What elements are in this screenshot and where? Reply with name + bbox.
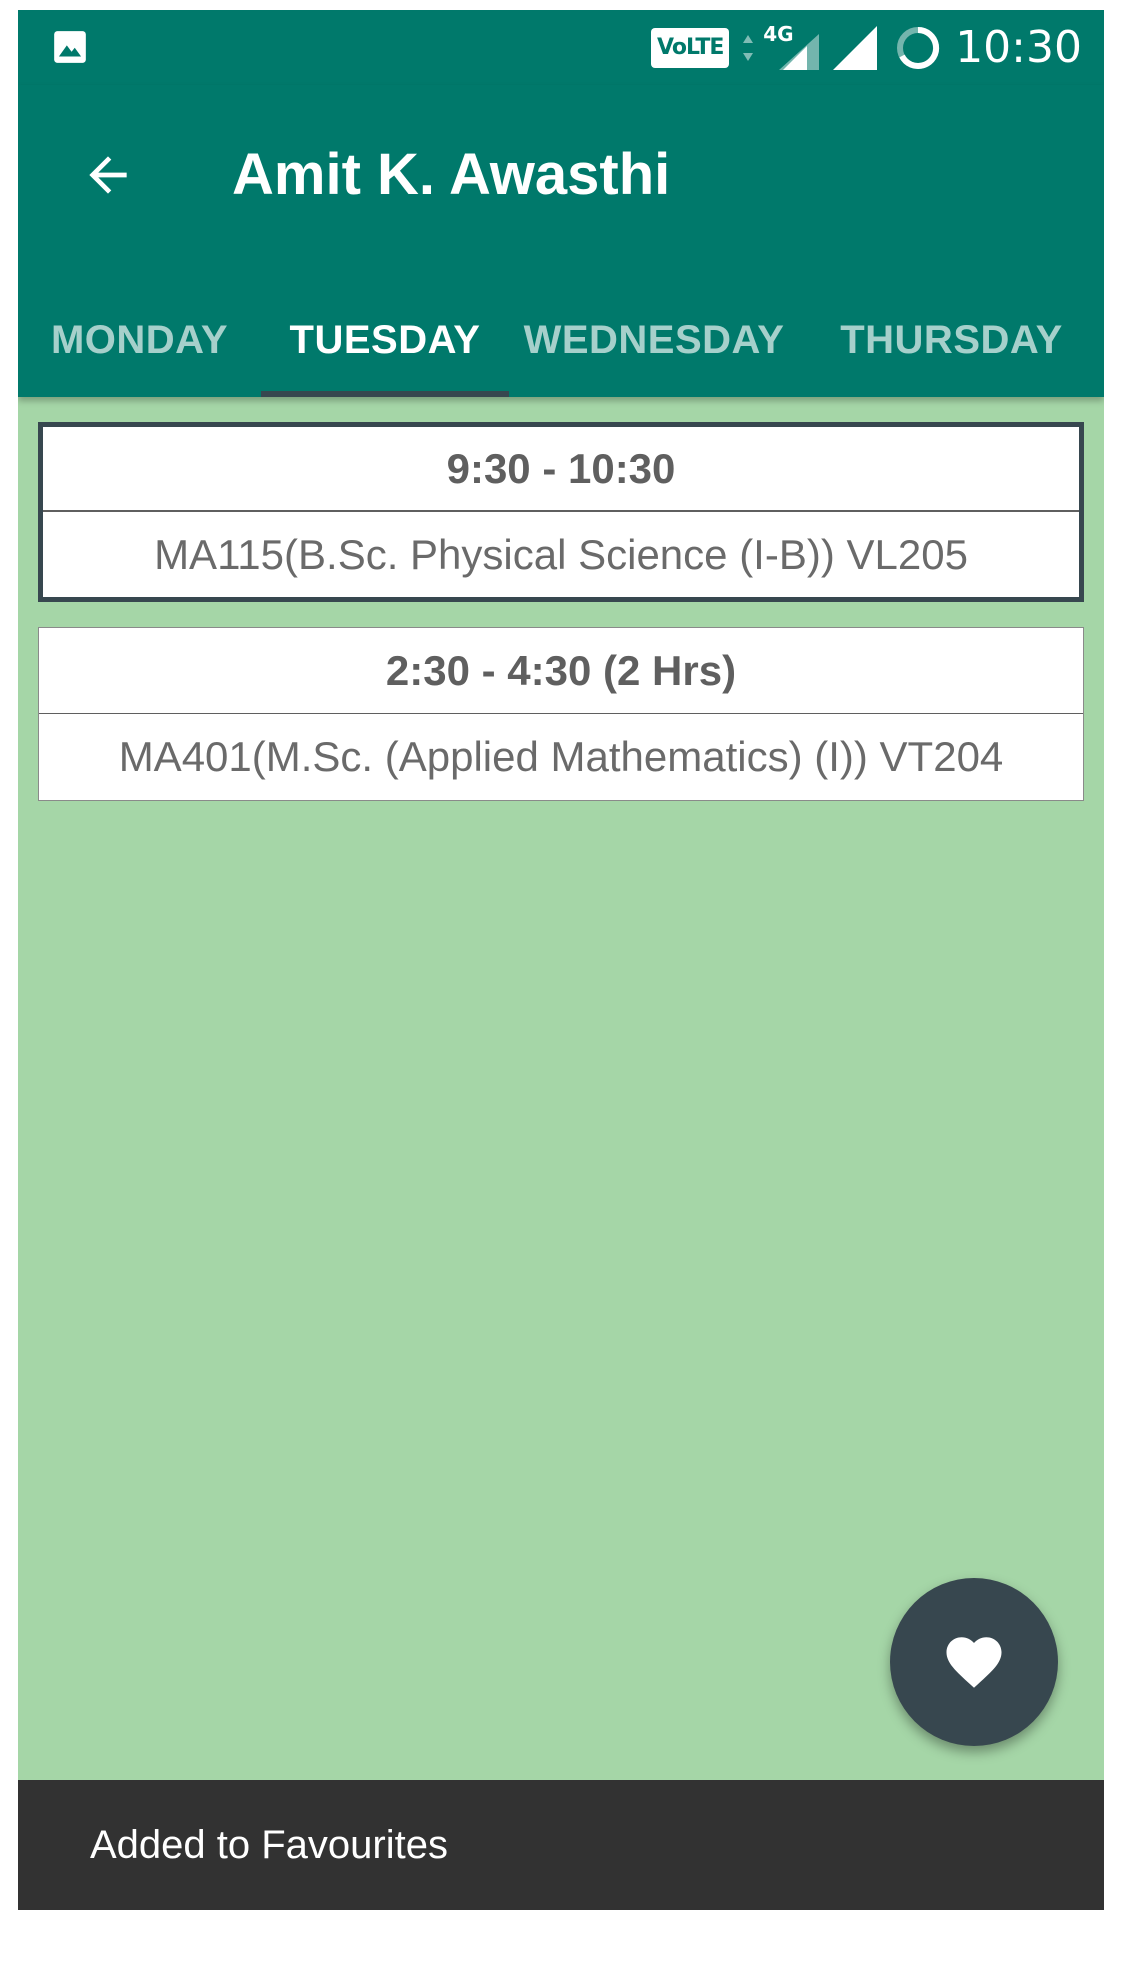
tab-thursday[interactable]: THURSDAY <box>799 283 1104 397</box>
gallery-image-icon <box>54 31 86 63</box>
volte-badge: VoLTE <box>651 27 730 68</box>
page-title: Amit K. Awasthi <box>232 142 671 207</box>
tab-indicator <box>261 391 509 397</box>
tab-wednesday[interactable]: WEDNESDAY <box>509 283 799 397</box>
class-time: 2:30 - 4:30 (2 Hrs) <box>39 628 1083 714</box>
favourite-button[interactable] <box>890 1578 1058 1746</box>
class-course: MA115(B.Sc. Physical Science (I-B)) VL20… <box>154 530 968 578</box>
status-bar: VoLTE 4G 10:30 <box>18 10 1104 85</box>
snackbar: Added to Favourites <box>18 1780 1104 1910</box>
app-screen: VoLTE 4G 10:30 Amit K. Awasthi MONDAY TU… <box>18 10 1104 1910</box>
network-4g-icon: 4G <box>763 22 820 70</box>
app-bar: Amit K. Awasthi MONDAY TUESDAY WEDNESDAY… <box>18 85 1104 397</box>
schedule-card[interactable]: 2:30 - 4:30 (2 Hrs) MA401(M.Sc. (Applied… <box>38 627 1084 801</box>
data-activity-icon <box>743 34 754 61</box>
status-time: 10:30 <box>955 22 1082 73</box>
battery-circle-icon <box>897 26 940 69</box>
back-button[interactable] <box>73 140 143 210</box>
class-time: 9:30 - 10:30 <box>43 427 1079 512</box>
arrow-back-icon <box>89 156 127 194</box>
tab-monday[interactable]: MONDAY <box>18 283 261 397</box>
day-tabs: MONDAY TUESDAY WEDNESDAY THURSDAY <box>18 283 1104 397</box>
signal-strength-icon <box>833 25 878 70</box>
schedule-card[interactable]: 9:30 - 10:30 MA115(B.Sc. Physical Scienc… <box>38 422 1084 602</box>
snackbar-message: Added to Favourites <box>90 1822 448 1867</box>
heart-icon <box>946 1637 1002 1688</box>
tab-tuesday[interactable]: TUESDAY <box>261 283 509 397</box>
class-course: MA401(M.Sc. (Applied Mathematics) (I)) V… <box>118 733 1004 780</box>
